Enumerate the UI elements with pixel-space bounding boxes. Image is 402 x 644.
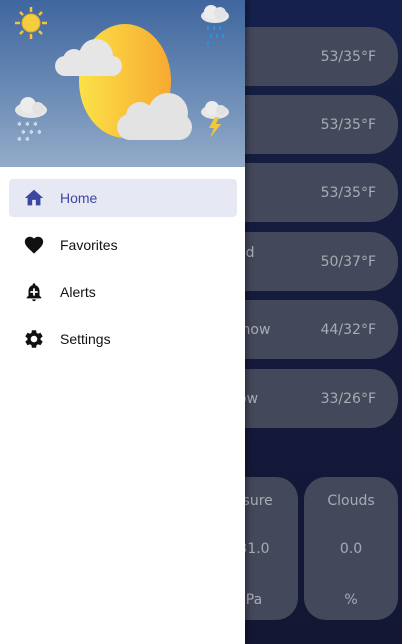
svg-text:❄: ❄ [17,121,22,128]
snow-cloud-icon: ❄ ❄ ❄ ❄ ❄ ❄ ❄ ❄ [15,97,47,143]
svg-text:❄: ❄ [25,136,30,143]
menu-item-home[interactable]: Home [9,179,237,217]
menu-item-label: Alerts [60,284,96,300]
rain-cloud-icon [201,5,229,45]
menu-item-favorites[interactable]: Favorites [9,226,237,264]
gear-icon [25,330,43,348]
weather-illustration: ❄ ❄ ❄ ❄ ❄ ❄ ❄ ❄ [15,5,229,143]
menu-item-label: Home [60,190,98,206]
storm-cloud-icon [201,101,229,138]
menu-item-label: Settings [60,331,111,347]
heart-icon [24,236,44,254]
svg-text:❄: ❄ [29,129,34,136]
menu-item-label: Favorites [60,237,118,253]
svg-text:❄: ❄ [25,121,30,128]
menu-item-alerts[interactable]: Alerts [9,273,237,311]
svg-text:❄: ❄ [21,129,26,136]
navigation-drawer: ❄ ❄ ❄ ❄ ❄ ❄ ❄ ❄ Home Favorites Alerts Se… [0,0,245,644]
drawer-header: ❄ ❄ ❄ ❄ ❄ ❄ ❄ ❄ [0,0,245,167]
svg-text:❄: ❄ [37,129,42,136]
home-icon [24,189,44,206]
small-sun-icon [15,7,47,39]
alert-bell-icon [26,283,42,302]
svg-text:❄: ❄ [33,121,38,128]
svg-text:❄: ❄ [17,136,22,143]
menu-item-settings[interactable]: Settings [9,320,237,358]
